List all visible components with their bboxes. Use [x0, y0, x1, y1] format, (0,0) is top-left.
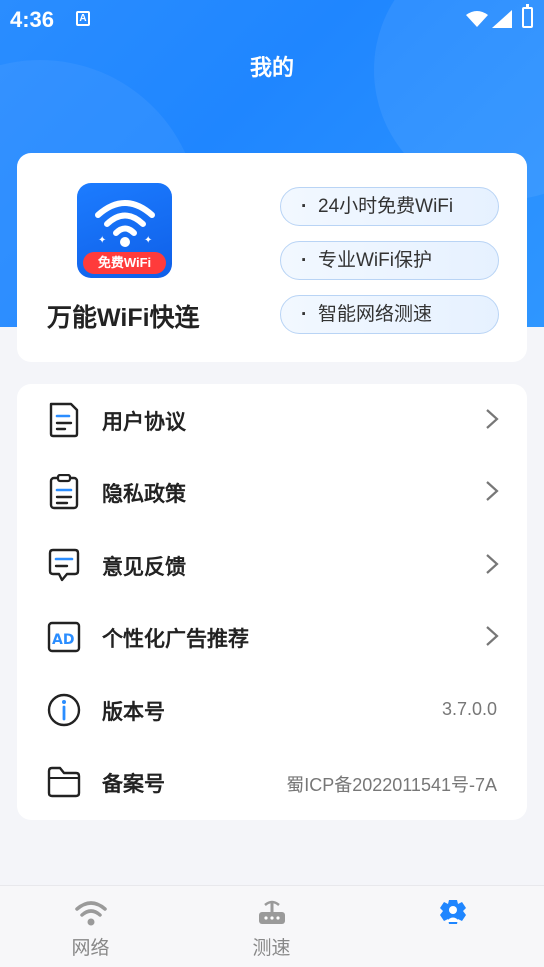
menu-item-privacy-policy[interactable]: 隐私政策 — [17, 456, 527, 528]
feedback-message-icon — [48, 548, 80, 582]
notification-icon: A — [76, 11, 90, 26]
version-value: 3.7.0.0 — [441, 699, 497, 719]
logo-badge: 免费WiFi — [83, 252, 166, 274]
menu-item-icp-record: 备案号 蜀ICP备2022011541号-7A — [17, 746, 527, 818]
chevron-right-icon — [486, 481, 499, 501]
status-bar: 4:36 A — [0, 0, 544, 38]
tab-network[interactable]: 网络 — [0, 886, 181, 967]
tab-label: 测速 — [252, 938, 291, 959]
app-info-card: ✦ ✦ 免费WiFi 万能WiFi快连 24小时免费WiFi 专业WiFi保护 … — [17, 153, 527, 362]
document-icon — [49, 402, 79, 438]
status-time: 4:36 — [10, 7, 55, 32]
menu-item-label: 意见反馈 — [102, 556, 186, 579]
chevron-right-icon — [486, 409, 499, 429]
menu-item-personalized-ads[interactable]: AD 个性化广告推荐 — [17, 601, 527, 673]
feature-pill: 专业WiFi保护 — [280, 241, 499, 280]
menu-item-label: 个性化广告推荐 — [102, 628, 249, 651]
svg-text:✦: ✦ — [98, 235, 106, 246]
feature-pill: 智能网络测速 — [280, 295, 499, 334]
wifi-logo-icon: ✦ ✦ — [95, 200, 155, 247]
wifi-icon — [75, 901, 107, 926]
tab-speedtest[interactable]: 测速 — [181, 886, 362, 967]
menu-item-version: 版本号 3.7.0.0 — [17, 674, 527, 746]
menu-item-label: 用户协议 — [102, 411, 186, 434]
icp-record-value: 蜀ICP备2022011541号-7A — [286, 775, 497, 795]
menu-item-feedback[interactable]: 意见反馈 — [17, 529, 527, 601]
app-logo: ✦ ✦ 免费WiFi — [77, 183, 172, 278]
router-icon — [259, 900, 285, 924]
ad-icon: AD — [47, 621, 81, 653]
chevron-right-icon — [486, 554, 499, 574]
wifi-signal-icon — [466, 11, 488, 27]
svg-text:AD: AD — [52, 632, 74, 648]
gear-person-icon — [440, 900, 466, 924]
settings-menu: 用户协议 隐私政策 意见反馈 AD 个性化广告推荐 版本号 3.7.0.0 备案… — [17, 384, 527, 820]
feature-pill: 24小时免费WiFi — [280, 187, 499, 226]
tab-mine[interactable] — [362, 886, 543, 967]
menu-item-label: 隐私政策 — [102, 483, 186, 506]
app-name: 万能WiFi快连 — [47, 304, 200, 332]
info-icon — [47, 693, 81, 727]
chevron-right-icon — [486, 626, 499, 646]
battery-icon — [522, 4, 533, 28]
menu-item-label: 版本号 — [102, 701, 165, 724]
menu-item-user-agreement[interactable]: 用户协议 — [17, 384, 527, 456]
folder-icon — [47, 766, 81, 798]
page-title: 我的 — [249, 55, 294, 80]
clipboard-icon — [49, 474, 79, 510]
bottom-tab-bar: 网络 测速 — [0, 885, 544, 967]
svg-text:✦: ✦ — [144, 235, 152, 246]
tab-label: 网络 — [71, 938, 110, 959]
cell-signal-icon — [492, 10, 512, 28]
menu-item-label: 备案号 — [102, 773, 165, 796]
